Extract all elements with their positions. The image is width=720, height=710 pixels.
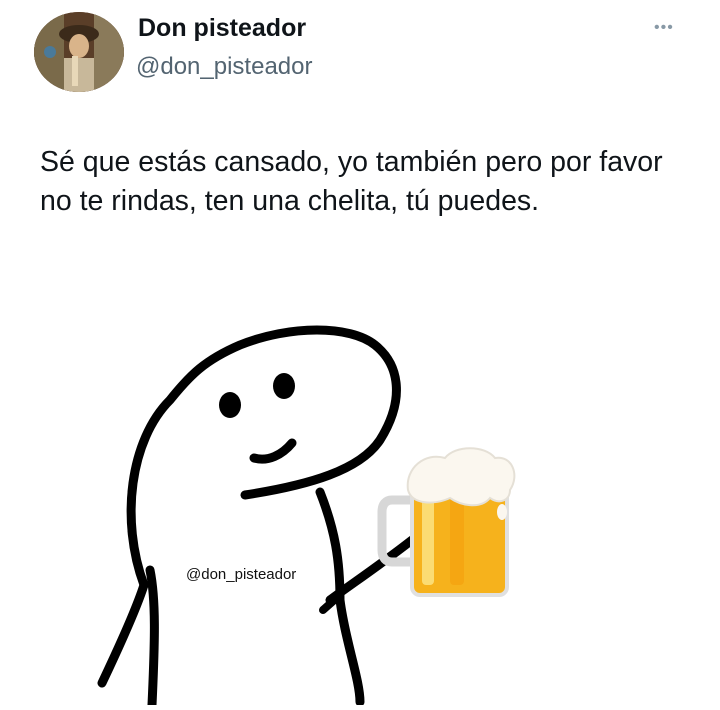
author-avatar[interactable] [34, 12, 124, 92]
tweet-media-image[interactable] [40, 300, 700, 710]
stick-figure-arm-left [145, 565, 159, 710]
left-eye [219, 392, 241, 418]
beer-mug-icon [377, 447, 516, 597]
author-name[interactable]: Don pisteador [138, 14, 306, 43]
smile [249, 438, 297, 464]
more-options-icon[interactable]: ••• [654, 20, 674, 36]
author-handle[interactable]: @don_pisteador [136, 53, 312, 81]
media-watermark: @don_pisteador [186, 566, 297, 583]
tweet-text: Sé que estás cansado, yo también pero po… [40, 146, 663, 217]
right-eye [273, 373, 295, 399]
stick-figure-leg-left [97, 580, 149, 688]
